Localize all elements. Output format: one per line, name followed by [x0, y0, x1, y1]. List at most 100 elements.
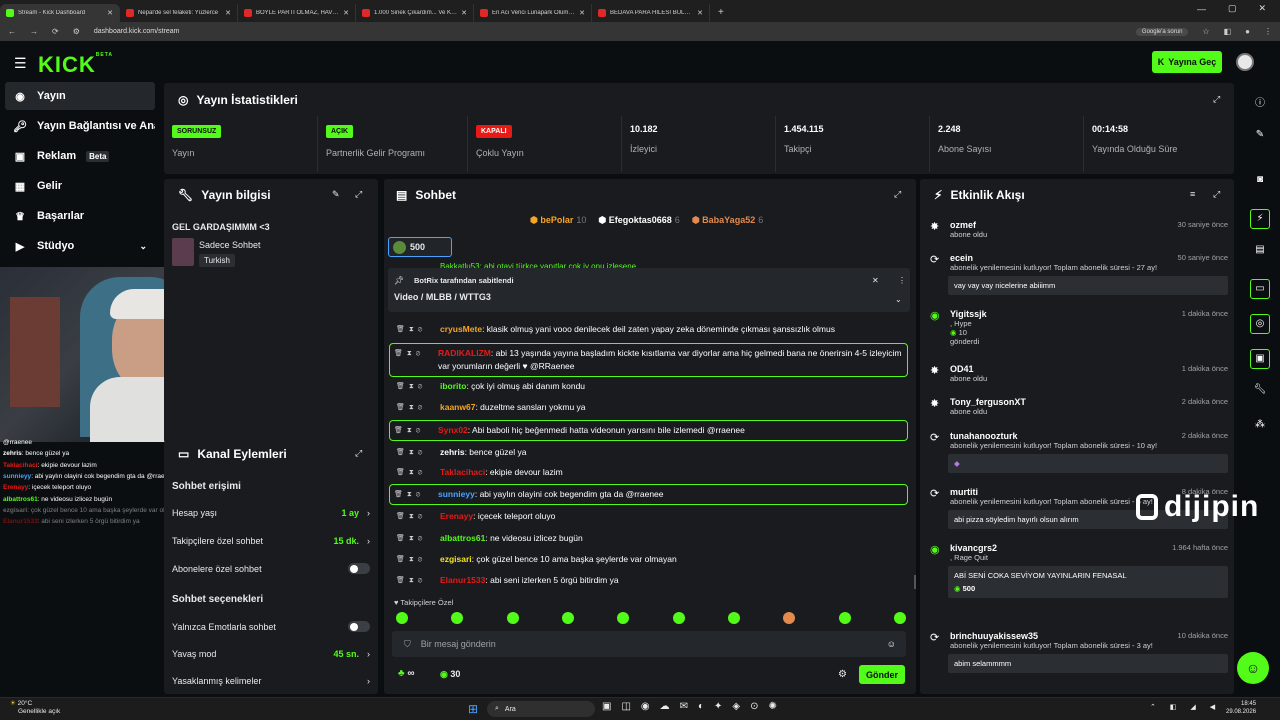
chat-message[interactable]: 🗑︎⧗⊘ albattros61: ne videosu izlicez bugü…	[396, 532, 908, 545]
emote-icon[interactable]	[617, 612, 630, 624]
close-tab-icon[interactable]: ✕	[579, 9, 585, 17]
edit-icon[interactable]: ✎	[332, 189, 340, 200]
setting-row[interactable]: Yalnızca Emotlarla sohbet	[172, 621, 370, 632]
mod-action-icons[interactable]: 🗑︎⧗⊘	[396, 323, 436, 336]
support-chat-button[interactable]: ☺	[1237, 652, 1269, 684]
mod-action-icons[interactable]: 🗑︎⧗⊘	[396, 510, 436, 523]
taskbar-apps[interactable]: ▣◫◉☁✉◐✦◈⊙✺	[602, 701, 787, 712]
emote-icon[interactable]	[727, 612, 740, 624]
unpin-icon[interactable]: ✕	[872, 276, 879, 285]
extensions-icon[interactable]: ◧	[1224, 27, 1232, 36]
chat-message[interactable]: 🗑︎⧗⊘ sunnieyy: abi yaylın olayini cok beg…	[389, 484, 908, 505]
browser-tab[interactable]: Stream - Kick Dashboard ✕	[0, 4, 120, 22]
pencil-icon[interactable]: ✎	[1250, 129, 1270, 140]
chat-message[interactable]: 🗑︎⧗⊘ iborito: çok iyi olmuş abi danım kon…	[396, 380, 908, 393]
forward-icon[interactable]: →	[30, 27, 38, 36]
mod-action-icons[interactable]: 🗑︎⧗⊘	[396, 466, 436, 479]
chat-settings-icon[interactable]: ⚙	[838, 669, 847, 680]
nav-item-1[interactable]: 🔑︎ Yayın Bağlantısı ve Anahtar	[5, 112, 155, 140]
emoji-icon[interactable]: ☺	[887, 639, 896, 649]
emote-icon[interactable]	[561, 612, 574, 624]
close-tab-icon[interactable]: ✕	[107, 9, 113, 17]
emote-icon[interactable]	[506, 612, 519, 624]
info-icon[interactable]: ⓘ	[1250, 94, 1270, 109]
expand-chat-icon[interactable]: ⤢	[894, 189, 901, 200]
mod-action-icons[interactable]: 🗑︎⧗⊘	[396, 574, 436, 587]
toggle-switch[interactable]	[348, 621, 370, 632]
new-tab-icon[interactable]: +	[710, 7, 732, 22]
chat-username[interactable]: sunnieyy	[438, 489, 475, 499]
chat-scrollbar[interactable]	[914, 575, 916, 589]
target-icon[interactable]: ◎	[1250, 314, 1270, 334]
activity-item[interactable]: ✸ OD41 1 dakika önce abone oldu	[928, 364, 1228, 383]
chat-message[interactable]: 🗑︎⧗⊘ RADIKALIZM: abi 13 yaşında yayına ba…	[389, 343, 908, 377]
maximize-icon[interactable]: ▢	[1228, 3, 1237, 14]
nav-item-3[interactable]: ▦ Gelir	[5, 172, 155, 200]
chat-message[interactable]: 🗑︎⧗⊘ ezgisari: çok güzel bence 10 ama baş…	[396, 553, 908, 566]
emote-icon[interactable]	[451, 612, 464, 624]
chat-username[interactable]: Elanur1533	[440, 575, 485, 585]
activity-item[interactable]: ◉ Yigitssjk 1 dakika önce, Hype ◉ 10 gönderd…	[928, 309, 1228, 346]
close-tab-icon[interactable]: ✕	[461, 9, 467, 17]
minimize-icon[interactable]: —	[1197, 4, 1206, 14]
bookmark-star-icon[interactable]: ☆	[1202, 27, 1209, 36]
setting-row[interactable]: Yavaş mod 45 sn. ›	[172, 649, 370, 659]
reload-icon[interactable]: ⟳	[52, 27, 59, 36]
activity-item[interactable]: ⟳ tunahanoozturk 2 dakika önce abonelik yen…	[928, 431, 1228, 473]
chat-username[interactable]: cryusMete	[440, 324, 482, 334]
url-text[interactable]: dashboard.kick.com/stream	[94, 28, 1122, 35]
google-lens-pill[interactable]: Google'a sorun	[1135, 27, 1189, 36]
chat-username[interactable]: ezgisari	[440, 554, 472, 564]
emote-icon[interactable]	[672, 612, 685, 624]
mod-action-icons[interactable]: 🗑︎⧗⊘	[396, 401, 436, 414]
mod-action-icons[interactable]: 🗑︎⧗⊘	[394, 488, 434, 501]
people-icon[interactable]: ⁂	[1250, 419, 1270, 430]
chat-message[interactable]: 🗑︎⧗⊘ Elanur1533: abi seni izlerken 5 örgü…	[396, 574, 908, 587]
browser-tab[interactable]: Nepal'de sel felaketi: Yüzlerce ✕	[120, 4, 238, 22]
toggle-switch[interactable]	[348, 563, 370, 574]
chevron-right-icon[interactable]: ›	[367, 676, 370, 686]
chat-message[interactable]: 🗑︎⧗⊘ Synx02: Abi baboli hiç beğenmedi hat…	[389, 420, 908, 441]
activity-item[interactable]: ◉ kivancgrs2 1.964 hafta önce, Rage Quit AB…	[928, 543, 1228, 598]
lightning-icon[interactable]: ⚡︎	[1250, 209, 1270, 229]
mod-action-icons[interactable]: 🗑︎⧗⊘	[394, 347, 434, 360]
expand-actions-icon[interactable]: ⤢	[355, 448, 362, 459]
chat-username[interactable]: Erenayy	[440, 511, 473, 521]
browser-tab[interactable]: 1.000 Sinek Çıkardım... Ve Kaldı ✕	[356, 4, 474, 22]
emote-icon[interactable]	[893, 612, 906, 624]
chat-message[interactable]: 🗑︎⧗⊘ zehris: bence güzel ya	[396, 446, 908, 459]
setting-row[interactable]: Hesap yaşı 1 ay ›	[172, 508, 370, 518]
mod-action-icons[interactable]: 🗑︎⧗⊘	[396, 532, 436, 545]
start-button[interactable]: ⊞	[468, 702, 478, 716]
profile-icon[interactable]: ●	[1245, 27, 1250, 36]
chat-username[interactable]: zehris	[440, 447, 465, 457]
expand-info-icon[interactable]: ⤢	[355, 189, 362, 200]
emote-icon[interactable]	[396, 612, 408, 624]
mod-action-icons[interactable]: 🗑︎⧗⊘	[396, 553, 436, 566]
weather-widget[interactable]: ☀ 20°C Genellikle açık	[10, 700, 60, 716]
chat-username[interactable]: Synx02	[438, 425, 468, 435]
chat-message[interactable]: 🗑︎⧗⊘ Erenayy: içecek teleport oluyo	[396, 510, 908, 523]
site-info-icon[interactable]: ⚙	[73, 27, 80, 36]
pinned-gift-chip[interactable]: 500	[388, 237, 452, 257]
setting-row[interactable]: Yasaklanmış kelimeler ›	[172, 676, 370, 686]
chat-username[interactable]: Taklacihaci	[440, 467, 485, 477]
wrench-icon[interactable]: 🔧︎	[1250, 384, 1270, 395]
activity-item[interactable]: ⟳ brinchuuyakissew35 10 dakika önce aboneli…	[928, 631, 1228, 673]
chat-message[interactable]: 🗑︎⧗⊘ Taklacihaci: ekipie devour lazim	[396, 466, 908, 479]
nav-item-2[interactable]: ▣ Reklam Beta	[5, 142, 155, 170]
clock[interactable]: 18:45 29.08.2026	[1226, 700, 1256, 716]
expand-activity-icon[interactable]: ⤢	[1213, 189, 1220, 200]
browser-tab[interactable]: En Acı Verici Lunapark Ölümleri ✕	[474, 4, 592, 22]
pinned-menu-icon[interactable]: ⋮	[898, 276, 906, 285]
close-tab-icon[interactable]: ✕	[697, 9, 703, 17]
nav-item-5[interactable]: ▶ Stüdyo ⌄	[5, 232, 155, 260]
chat-username[interactable]: RADIKALIZM	[438, 348, 491, 358]
list-icon[interactable]: ▤	[1250, 244, 1270, 255]
filter-icon[interactable]: ≡	[1190, 189, 1195, 199]
activity-item[interactable]: ✸ Tony_fergusonXT 2 dakika önce abone oldu	[928, 397, 1228, 416]
send-button[interactable]: Gönder	[859, 665, 905, 684]
chat-username[interactable]: kaanw67	[440, 402, 475, 412]
mod-action-icons[interactable]: 🗑︎⧗⊘	[394, 424, 434, 437]
mod-action-icons[interactable]: 🗑︎⧗⊘	[396, 446, 436, 459]
